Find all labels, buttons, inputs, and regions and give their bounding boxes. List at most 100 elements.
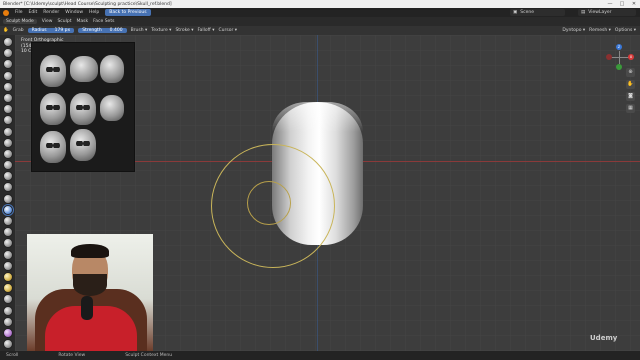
brush-falloff-circle: [247, 181, 291, 225]
udemy-watermark: Udemy: [590, 334, 618, 342]
skull-reference-image: [100, 95, 124, 121]
view-layer-icon: ▤: [581, 10, 586, 15]
pan-hand-icon[interactable]: ✋: [626, 80, 635, 89]
menu-render[interactable]: Render: [43, 10, 59, 15]
radius-value: 179 px: [54, 28, 71, 33]
gizmo-x-axis-icon[interactable]: X: [628, 54, 634, 60]
scrape-brush-icon[interactable]: [2, 171, 13, 182]
menu-sculpt[interactable]: Sculpt: [57, 19, 71, 24]
menu-edit[interactable]: Edit: [29, 10, 38, 15]
tool-name[interactable]: Grab: [13, 28, 24, 33]
radius-field[interactable]: Radius 179 px: [27, 28, 75, 33]
layer-brush-icon[interactable]: [2, 92, 13, 103]
stroke-menu[interactable]: Stroke: [175, 28, 193, 33]
draw-face-sets-icon[interactable]: [2, 339, 13, 350]
minimize-button[interactable]: —: [604, 1, 616, 7]
scene-name: Scene: [520, 10, 534, 15]
window-title: Blender* [C:\Udemy\sculpt\Head Course\Sc…: [3, 1, 172, 7]
skull-reference-image: [40, 55, 66, 87]
cursor-menu[interactable]: Cursor: [219, 28, 238, 33]
snake-hook-brush-icon[interactable]: [2, 227, 13, 238]
gizmo-y-axis-icon[interactable]: [616, 64, 622, 70]
microphone: [81, 296, 93, 320]
head-highlight: [272, 102, 363, 132]
thumb-brush-icon[interactable]: [2, 238, 13, 249]
strength-value: 0.400: [109, 28, 123, 33]
boundary-brush-icon[interactable]: [2, 294, 13, 305]
pinch-brush-icon[interactable]: [2, 193, 13, 204]
flatten-brush-icon[interactable]: [2, 148, 13, 159]
remesh-menu[interactable]: Remesh: [589, 28, 611, 33]
skull-reference-image: [70, 93, 96, 125]
menu-window[interactable]: Window: [65, 10, 83, 15]
fill-brush-icon[interactable]: [2, 160, 13, 171]
viewport-navigation: ⊕ ✋ ◙ ▦: [626, 68, 635, 113]
slide-relax-brush-icon[interactable]: [2, 283, 13, 294]
camera-icon[interactable]: ◙: [626, 92, 635, 101]
grab-brush-tool-icon[interactable]: [1, 203, 14, 216]
mode-header: Sculpt Mode View Sculpt Mask Face Sets: [0, 17, 640, 26]
status-bar: Scroll Rotate View Sculpt Context Menu: [0, 351, 640, 360]
view-layer-selector[interactable]: ▤ ViewLayer: [578, 9, 636, 16]
multiplane-scrape-brush-icon[interactable]: [2, 182, 13, 193]
blender-window: Blender* [C:\Udemy\sculpt\Head Course\Sc…: [0, 0, 640, 360]
mode-dropdown[interactable]: Sculpt Mode: [3, 19, 37, 24]
reference-image-panel[interactable]: [31, 42, 135, 172]
clay-thumb-brush-icon[interactable]: [2, 81, 13, 92]
view-layer-name: ViewLayer: [588, 10, 612, 15]
status-rotate-view: Rotate View: [58, 353, 86, 358]
smooth-brush-icon[interactable]: [2, 137, 13, 148]
menu-face-sets[interactable]: Face Sets: [93, 19, 114, 24]
scene-icon: ▣: [513, 10, 518, 15]
crease-brush-icon[interactable]: [2, 126, 13, 137]
status-scroll: Scroll: [6, 353, 19, 358]
strength-field[interactable]: Strength 0.400: [78, 28, 127, 33]
dyntopo-menu[interactable]: Dyntopo: [562, 28, 585, 33]
grab-brush-icon: ✋: [3, 28, 9, 33]
tool-settings-bar: ✋ Grab Radius 179 px Strength 0.400 Brus…: [0, 26, 640, 35]
simplify-brush-icon[interactable]: [2, 316, 13, 327]
pose-brush-icon[interactable]: [2, 249, 13, 260]
menu-file[interactable]: File: [15, 10, 23, 15]
clay-strips-brush-icon[interactable]: [2, 70, 13, 81]
gizmo-neg-x-axis-icon[interactable]: [606, 54, 612, 60]
brush-menu[interactable]: Brush: [131, 28, 148, 33]
skull-reference-image: [70, 129, 96, 161]
draw-sharp-brush-icon[interactable]: [2, 48, 13, 59]
instructor-webcam-overlay: [27, 234, 153, 352]
close-button[interactable]: ✕: [628, 1, 640, 7]
title-bar: Blender* [C:\Udemy\sculpt\Head Course\Sc…: [0, 0, 640, 8]
blob-brush-icon[interactable]: [2, 115, 13, 126]
top-menu-bar: File Edit Render Window Help Back to Pre…: [0, 8, 640, 17]
perspective-grid-icon[interactable]: ▦: [626, 104, 635, 113]
radius-label: Radius: [31, 28, 47, 33]
options-menu[interactable]: Options: [615, 28, 636, 33]
rotate-brush-icon[interactable]: [2, 271, 13, 282]
skull-reference-image: [40, 131, 66, 163]
status-context-menu: Sculpt Context Menu: [125, 353, 173, 358]
draw-brush-icon[interactable]: [2, 37, 13, 47]
elastic-deform-brush-icon[interactable]: [2, 216, 13, 226]
falloff-menu[interactable]: Falloff: [198, 28, 215, 33]
menu-view[interactable]: View: [42, 19, 53, 24]
sculpt-tool-column: [0, 35, 15, 351]
instructor-hair: [71, 244, 109, 258]
gizmo-z-axis-icon[interactable]: Z: [616, 44, 622, 50]
clay-brush-icon[interactable]: [2, 59, 13, 70]
texture-menu[interactable]: Texture: [151, 28, 171, 33]
menu-help[interactable]: Help: [89, 10, 99, 15]
mask-brush-icon[interactable]: [2, 327, 13, 338]
strength-label: Strength: [82, 28, 102, 33]
scene-selector[interactable]: ▣ Scene: [510, 9, 565, 16]
skull-reference-image: [100, 55, 124, 83]
nudge-brush-icon[interactable]: [2, 260, 13, 271]
back-to-previous-button[interactable]: Back to Previous: [105, 9, 151, 16]
menu-mask[interactable]: Mask: [77, 19, 89, 24]
zoom-icon[interactable]: ⊕: [626, 68, 635, 77]
maximize-button[interactable]: □: [616, 1, 628, 7]
window-controls: — □ ✕: [604, 1, 640, 7]
skull-reference-image: [70, 56, 98, 82]
cloth-brush-icon[interactable]: [2, 305, 13, 316]
blender-logo-icon[interactable]: [3, 9, 9, 16]
inflate-brush-icon[interactable]: [2, 104, 13, 115]
